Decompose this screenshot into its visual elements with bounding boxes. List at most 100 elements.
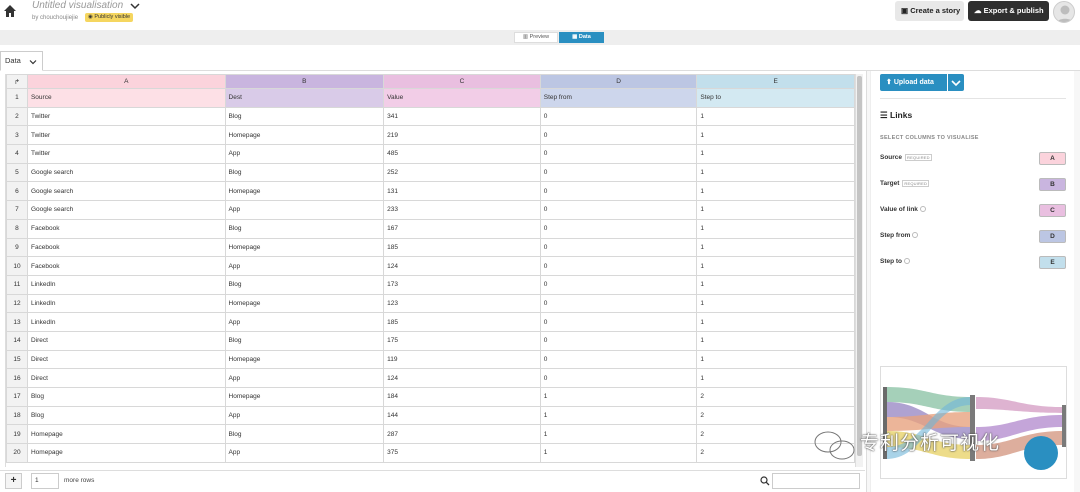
avatar[interactable] xyxy=(1053,1,1075,23)
table-cell[interactable]: 0 xyxy=(539,125,698,146)
row-number[interactable]: 8 xyxy=(6,218,28,239)
table-cell[interactable]: 1 xyxy=(539,443,698,463)
table-cell[interactable]: Blog xyxy=(224,330,385,351)
table-cell[interactable]: 175 xyxy=(383,330,541,351)
table-cell[interactable]: Facebook xyxy=(26,237,226,258)
table-cell[interactable]: 184 xyxy=(383,387,541,407)
table-cell[interactable]: 1 xyxy=(696,330,855,351)
row-number[interactable]: 20 xyxy=(6,443,28,463)
table-cell[interactable]: 185 xyxy=(383,237,541,258)
upload-data-button[interactable]: ⬆ Upload data xyxy=(880,74,947,91)
table-cell[interactable]: 1 xyxy=(539,424,698,445)
table-cell[interactable]: 1 xyxy=(696,106,855,127)
table-cell[interactable]: 2 xyxy=(696,387,855,407)
table-cell[interactable]: 1 xyxy=(696,368,855,388)
table-cell[interactable]: 1 xyxy=(696,125,855,146)
table-cell[interactable]: Blog xyxy=(224,162,385,183)
row-number[interactable]: 16 xyxy=(6,368,28,388)
table-cell[interactable]: 1 xyxy=(696,274,855,295)
data-table[interactable]: ↱ ABCDE 1 Source Dest Value Step from Step to… xyxy=(6,74,855,463)
column-header-b[interactable]: B xyxy=(224,74,385,89)
table-cell[interactable]: Twitter xyxy=(26,125,226,146)
table-cell[interactable]: Twitter xyxy=(26,106,226,127)
table-cell[interactable]: 0 xyxy=(539,293,698,314)
table-cell[interactable]: 1 xyxy=(696,312,855,332)
row-number[interactable]: 3 xyxy=(6,125,28,146)
info-icon[interactable] xyxy=(912,232,919,239)
row-number[interactable]: 7 xyxy=(6,200,28,220)
row-number[interactable]: 19 xyxy=(6,424,28,445)
table-cell[interactable]: Homepage xyxy=(224,181,385,202)
table-cell[interactable]: 124 xyxy=(383,368,541,388)
create-story-button[interactable]: ▣ Create a story xyxy=(895,1,964,21)
tab-data[interactable]: Data xyxy=(0,51,43,71)
column-selector[interactable]: B xyxy=(1039,178,1066,191)
table-cell[interactable]: LinkedIn xyxy=(26,312,226,332)
column-title-cell[interactable]: Step from xyxy=(539,88,698,108)
table-cell[interactable]: 167 xyxy=(383,218,541,239)
column-header-a[interactable]: A xyxy=(26,74,226,89)
row-number[interactable]: 4 xyxy=(6,144,28,164)
column-selector[interactable]: E xyxy=(1039,256,1066,269)
table-cell[interactable]: Homepage xyxy=(224,293,385,314)
search-input[interactable] xyxy=(772,473,860,489)
column-title-cell[interactable]: Step to xyxy=(696,88,855,108)
row-number[interactable]: 5 xyxy=(6,162,28,183)
table-cell[interactable]: 123 xyxy=(383,293,541,314)
row-number[interactable]: 9 xyxy=(6,237,28,258)
column-selector[interactable]: C xyxy=(1039,204,1066,217)
table-cell[interactable]: 1 xyxy=(696,256,855,276)
row-number[interactable]: 18 xyxy=(6,405,28,426)
table-cell[interactable]: 252 xyxy=(383,162,541,183)
preview-toggle[interactable]: ▥ Preview xyxy=(514,32,558,43)
rows-count-input[interactable]: 1 xyxy=(31,473,59,489)
row-number[interactable]: 1 xyxy=(6,88,28,108)
table-cell[interactable]: 1 xyxy=(696,293,855,314)
table-cell[interactable]: App xyxy=(224,368,385,388)
column-title-cell[interactable]: Value xyxy=(383,88,541,108)
floating-action-button[interactable] xyxy=(1024,436,1058,470)
table-cell[interactable]: 0 xyxy=(539,330,698,351)
table-cell[interactable]: Google search xyxy=(26,181,226,202)
info-icon[interactable] xyxy=(919,206,926,213)
table-cell[interactable]: 0 xyxy=(539,312,698,332)
table-cell[interactable]: Blog xyxy=(224,424,385,445)
scrollbar-thumb[interactable] xyxy=(857,76,862,456)
table-cell[interactable]: Direct xyxy=(26,349,226,370)
table-cell[interactable]: 2 xyxy=(696,405,855,426)
table-cell[interactable]: App xyxy=(224,256,385,276)
table-cell[interactable]: Homepage xyxy=(224,387,385,407)
table-cell[interactable]: App xyxy=(224,200,385,220)
table-cell[interactable]: 0 xyxy=(539,256,698,276)
table-cell[interactable]: 0 xyxy=(539,181,698,202)
data-toggle[interactable]: ▦ Data xyxy=(559,32,604,43)
vertical-scrollbar[interactable] xyxy=(855,74,863,467)
table-cell[interactable]: 341 xyxy=(383,106,541,127)
table-cell[interactable]: Twitter xyxy=(26,144,226,164)
table-cell[interactable]: 131 xyxy=(383,181,541,202)
row-number[interactable]: 10 xyxy=(6,256,28,276)
table-cell[interactable]: 0 xyxy=(539,200,698,220)
row-number[interactable]: 13 xyxy=(6,312,28,332)
chevron-down-icon[interactable] xyxy=(29,58,37,66)
table-cell[interactable]: LinkedIn xyxy=(26,274,226,295)
table-cell[interactable]: 1 xyxy=(696,237,855,258)
export-publish-button[interactable]: ☁ Export & publish xyxy=(968,1,1049,21)
table-cell[interactable]: 0 xyxy=(539,274,698,295)
table-cell[interactable]: 0 xyxy=(539,237,698,258)
row-number[interactable]: 6 xyxy=(6,181,28,202)
home-icon[interactable] xyxy=(3,4,17,18)
table-cell[interactable]: 1 xyxy=(696,218,855,239)
row-number[interactable]: 14 xyxy=(6,330,28,351)
table-cell[interactable]: 1 xyxy=(696,181,855,202)
table-cell[interactable]: Homepage xyxy=(224,125,385,146)
table-cell[interactable]: Homepage xyxy=(224,237,385,258)
table-cell[interactable]: 0 xyxy=(539,144,698,164)
table-cell[interactable]: 1 xyxy=(696,162,855,183)
table-cell[interactable]: 173 xyxy=(383,274,541,295)
table-cell[interactable]: Direct xyxy=(26,368,226,388)
table-cell[interactable]: 0 xyxy=(539,106,698,127)
table-cell[interactable]: Blog xyxy=(224,106,385,127)
add-rows-button[interactable]: + xyxy=(5,473,22,489)
chevron-down-icon[interactable] xyxy=(130,1,140,11)
